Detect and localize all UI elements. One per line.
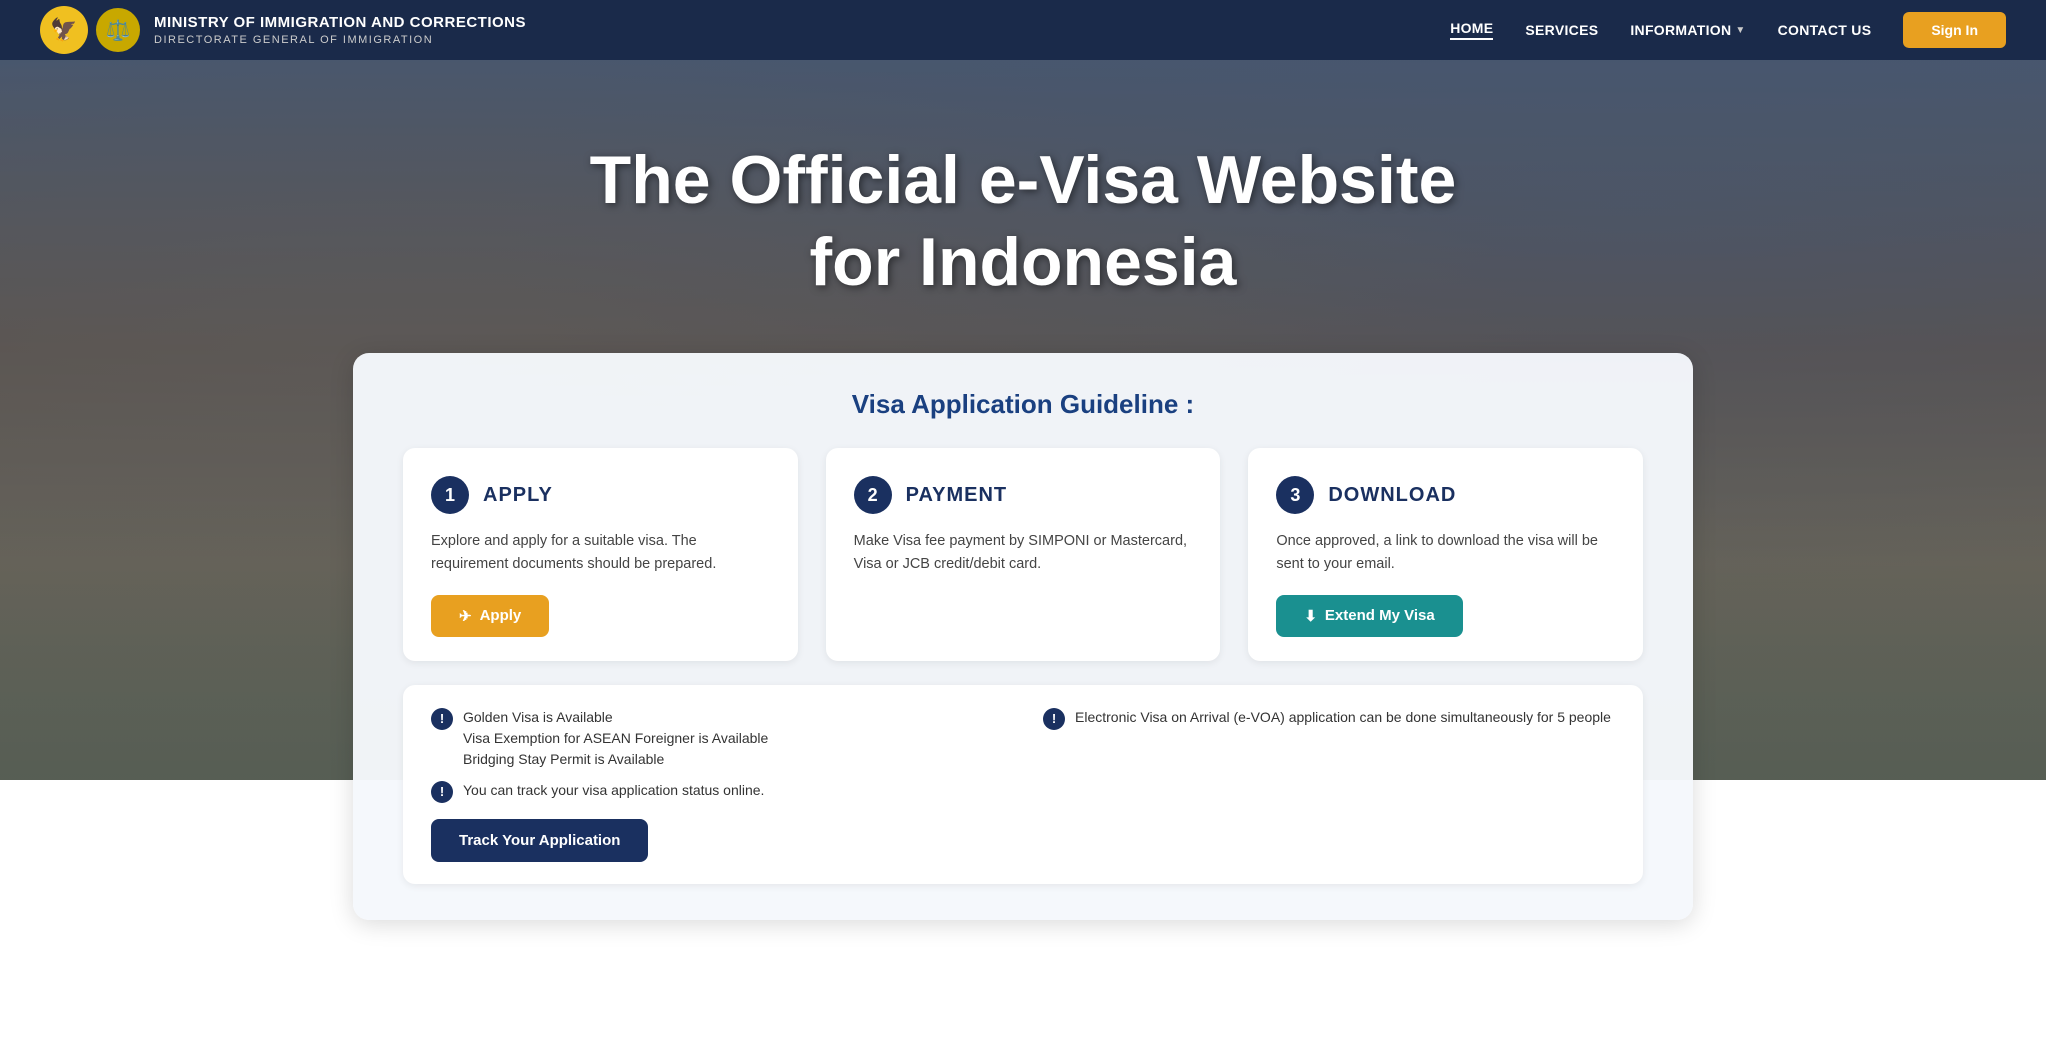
send-icon: ✈ (459, 607, 472, 625)
info-left-col: ! Golden Visa is Available Visa Exemptio… (431, 707, 1003, 862)
info-icon-1: ! (431, 708, 453, 730)
step-1-number: 1 (431, 476, 469, 514)
chevron-down-icon: ▼ (1735, 25, 1745, 36)
logo-emblem: 🦅 ⚖️ (40, 6, 140, 54)
guideline-card: Visa Application Guideline : 1 APPLY Exp… (353, 353, 1693, 919)
info-icon-2: ! (431, 781, 453, 803)
info-text-evoa: Electronic Visa on Arrival (e-VOA) appli… (1075, 707, 1611, 728)
org-sub: DIRECTORATE GENERAL OF IMMIGRATION (154, 33, 526, 47)
step-1-desc: Explore and apply for a suitable visa. T… (431, 530, 770, 576)
step-3-label: DOWNLOAD (1328, 484, 1456, 507)
step-download-header: 3 DOWNLOAD (1276, 476, 1615, 514)
info-group-1: ! Golden Visa is Available Visa Exemptio… (431, 707, 1003, 770)
header-title: MINISTRY OF IMMIGRATION AND CORRECTIONS … (154, 13, 526, 47)
apply-button[interactable]: ✈ Apply (431, 595, 549, 637)
info-icon-3: ! (1043, 708, 1065, 730)
info-right-col: ! Electronic Visa on Arrival (e-VOA) app… (1043, 707, 1615, 862)
nav-contact[interactable]: CONTACT US (1778, 22, 1872, 38)
steps-row: 1 APPLY Explore and apply for a suitable… (403, 448, 1643, 660)
info-text-golden: Golden Visa is Available (463, 707, 768, 728)
signin-button[interactable]: Sign In (1903, 12, 2006, 48)
logo-secondary-icon: ⚖️ (96, 8, 140, 52)
guideline-title: Visa Application Guideline : (403, 389, 1643, 420)
extend-visa-button[interactable]: ⬇ Extend My Visa (1276, 595, 1462, 637)
nav-home[interactable]: HOME (1450, 20, 1493, 40)
track-application-button[interactable]: Track Your Application (431, 819, 648, 862)
download-icon: ⬇ (1304, 607, 1317, 625)
info-row: ! Golden Visa is Available Visa Exemptio… (403, 685, 1643, 884)
step-3-number: 3 (1276, 476, 1314, 514)
nav-information[interactable]: INFORMATION ▼ (1630, 22, 1745, 38)
step-3-desc: Once approved, a link to download the vi… (1276, 530, 1615, 576)
step-2-number: 2 (854, 476, 892, 514)
info-text-bridging: Bridging Stay Permit is Available (463, 749, 768, 770)
info-track-online: ! You can track your visa application st… (431, 780, 1003, 803)
hero-section: The Official e-Visa Website for Indonesi… (0, 60, 2046, 780)
step-download: 3 DOWNLOAD Once approved, a link to down… (1248, 448, 1643, 660)
step-apply-header: 1 APPLY (431, 476, 770, 514)
main-nav: HOME SERVICES INFORMATION ▼ CONTACT US S… (1450, 12, 2006, 48)
hero-heading: The Official e-Visa Website for Indonesi… (590, 140, 1457, 303)
step-1-label: APPLY (483, 484, 553, 507)
nav-services[interactable]: SERVICES (1525, 22, 1598, 38)
step-2-label: PAYMENT (906, 484, 1007, 507)
step-payment: 2 PAYMENT Make Visa fee payment by SIMPO… (826, 448, 1221, 660)
step-2-desc: Make Visa fee payment by SIMPONI or Mast… (854, 530, 1193, 576)
info-evoa: ! Electronic Visa on Arrival (e-VOA) app… (1043, 707, 1615, 730)
info-golden-visa: ! Golden Visa is Available Visa Exemptio… (431, 707, 1003, 770)
header-left: 🦅 ⚖️ MINISTRY OF IMMIGRATION AND CORRECT… (40, 6, 526, 54)
header: 🦅 ⚖️ MINISTRY OF IMMIGRATION AND CORRECT… (0, 0, 2046, 60)
info-text-asean: Visa Exemption for ASEAN Foreigner is Av… (463, 728, 768, 749)
info-text-track: You can track your visa application stat… (463, 780, 764, 801)
logo-garuda-icon: 🦅 (40, 6, 88, 54)
step-payment-header: 2 PAYMENT (854, 476, 1193, 514)
org-name: MINISTRY OF IMMIGRATION AND CORRECTIONS (154, 13, 526, 33)
hero-title: The Official e-Visa Website for Indonesi… (590, 140, 1457, 303)
step-apply: 1 APPLY Explore and apply for a suitable… (403, 448, 798, 660)
